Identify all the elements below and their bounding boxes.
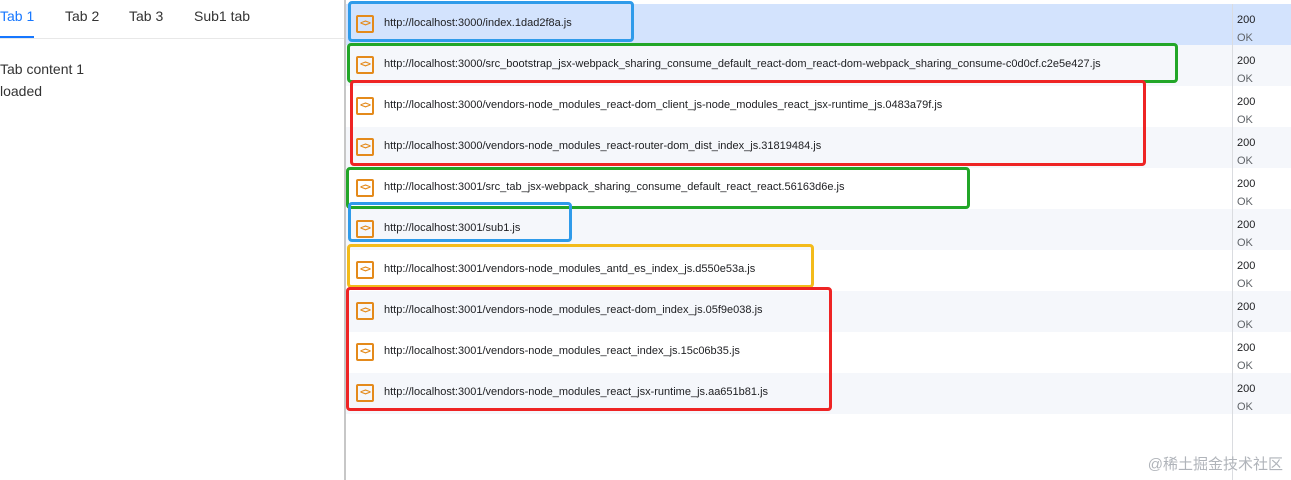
watermark: @稀土掘金技术社区 — [1147, 456, 1283, 473]
status-code: 200 — [1237, 55, 1256, 67]
script-file-icon: <> — [356, 302, 374, 320]
request-url[interactable]: http://localhost:3001/vendors-node_modul… — [384, 304, 763, 316]
status-code: 200 — [1237, 260, 1256, 272]
status-cell: 200 OK — [1232, 4, 1291, 45]
tab-sub1[interactable]: Sub1 tab — [194, 8, 250, 24]
status-text: OK — [1237, 319, 1253, 331]
status-code: 200 — [1237, 301, 1256, 313]
name-cell[interactable]: <> http://localhost:3001/vendors-node_mod… — [346, 291, 1232, 332]
status-text: OK — [1237, 114, 1253, 126]
status-cell: 200 OK — [1232, 332, 1291, 373]
status-text: OK — [1237, 401, 1253, 413]
status-text: OK — [1237, 360, 1253, 372]
status-code: 200 — [1237, 137, 1256, 149]
name-cell[interactable]: <> http://localhost:3000/vendors-node_mod… — [346, 127, 1232, 168]
request-row[interactable]: <> http://localhost:3001/vendors-node_mod… — [346, 332, 1291, 373]
request-row[interactable]: <> http://localhost:3001/sub1.js 200 OK — [346, 209, 1291, 250]
name-cell[interactable]: <> http://localhost:3001/vendors-node_mod… — [346, 373, 1232, 414]
request-url[interactable]: http://localhost:3000/vendors-node_modul… — [384, 140, 821, 152]
name-cell[interactable]: <> http://localhost:3001/vendors-node_mod… — [346, 250, 1232, 291]
loaded-text: loaded — [0, 83, 43, 99]
status-text: OK — [1237, 196, 1253, 208]
name-cell[interactable]: <> http://localhost:3001/vendors-node_mod… — [346, 332, 1232, 373]
name-cell[interactable]: <> http://localhost:3001/src_tab_jsx-webp… — [346, 168, 1232, 209]
status-text: OK — [1237, 155, 1253, 167]
name-cell[interactable]: <> http://localhost:3000/vendors-node_mod… — [346, 86, 1232, 127]
status-cell: 200 OK — [1232, 45, 1291, 86]
tab-content: Tab content 1 loaded — [0, 58, 84, 102]
tab-1[interactable]: Tab 1 — [0, 8, 34, 24]
tab-3[interactable]: Tab 3 — [129, 8, 163, 24]
script-file-icon: <> — [356, 261, 374, 279]
status-code: 200 — [1237, 14, 1256, 26]
name-cell[interactable]: <> http://localhost:3000/src_bootstrap_js… — [346, 45, 1232, 86]
script-file-icon: <> — [356, 15, 374, 33]
script-file-icon: <> — [356, 384, 374, 402]
request-url[interactable]: http://localhost:3001/vendors-node_modul… — [384, 263, 755, 275]
request-url[interactable]: http://localhost:3000/src_bootstrap_jsx-… — [384, 58, 1101, 70]
status-cell: 200 OK — [1232, 373, 1291, 414]
active-tab-indicator — [0, 36, 34, 38]
script-file-icon: <> — [356, 179, 374, 197]
status-text: OK — [1237, 73, 1253, 85]
name-cell[interactable]: <> http://localhost:3000/index.1dad2f8a.j… — [346, 4, 1232, 45]
request-url[interactable]: http://localhost:3001/vendors-node_modul… — [384, 345, 740, 357]
script-file-icon: <> — [356, 343, 374, 361]
script-file-icon: <> — [356, 220, 374, 238]
status-code: 200 — [1237, 383, 1256, 395]
request-url[interactable]: http://localhost:3001/src_tab_jsx-webpac… — [384, 181, 844, 193]
tab-content-text: Tab content 1 — [0, 61, 85, 77]
request-row[interactable]: <> http://localhost:3001/vendors-node_mod… — [346, 250, 1291, 291]
script-file-icon: <> — [356, 97, 374, 115]
status-code: 200 — [1237, 178, 1256, 190]
request-row[interactable]: <> http://localhost:3000/src_bootstrap_js… — [346, 45, 1291, 86]
request-row[interactable]: <> http://localhost:3001/vendors-node_mod… — [346, 291, 1291, 332]
status-text: OK — [1237, 278, 1253, 290]
script-file-icon: <> — [356, 138, 374, 156]
name-cell[interactable]: <> http://localhost:3001/sub1.js — [346, 209, 1232, 250]
request-url[interactable]: http://localhost:3001/vendors-node_modul… — [384, 386, 768, 398]
request-url[interactable]: http://localhost:3000/index.1dad2f8a.js — [384, 17, 572, 29]
status-code: 200 — [1237, 219, 1256, 231]
script-file-icon: <> — [356, 56, 374, 74]
tab-2[interactable]: Tab 2 — [65, 8, 99, 24]
status-cell: 200 OK — [1232, 291, 1291, 332]
network-panel: <> http://localhost:3000/index.1dad2f8a.j… — [346, 0, 1291, 480]
status-text: OK — [1237, 32, 1253, 44]
status-cell: 200 OK — [1232, 250, 1291, 291]
request-row[interactable]: <> http://localhost:3001/vendors-node_mod… — [346, 373, 1291, 414]
status-cell: 200 OK — [1232, 127, 1291, 168]
request-row[interactable]: <> http://localhost:3000/vendors-node_mod… — [346, 127, 1291, 168]
request-row[interactable]: <> http://localhost:3000/index.1dad2f8a.j… — [346, 4, 1291, 45]
status-code: 200 — [1237, 96, 1256, 108]
request-row[interactable]: <> http://localhost:3001/src_tab_jsx-webp… — [346, 168, 1291, 209]
request-url[interactable]: http://localhost:3001/sub1.js — [384, 222, 520, 234]
tab-bar: Tab 1 Tab 2 Tab 3 Sub1 tab — [0, 0, 344, 39]
request-row[interactable]: <> http://localhost:3000/vendors-node_mod… — [346, 86, 1291, 127]
status-cell: 200 OK — [1232, 86, 1291, 127]
app-panel: Tab 1 Tab 2 Tab 3 Sub1 tab Tab content 1… — [0, 0, 344, 480]
status-cell: 200 OK — [1232, 168, 1291, 209]
status-text: OK — [1237, 237, 1253, 249]
status-cell: 200 OK — [1232, 209, 1291, 250]
status-code: 200 — [1237, 342, 1256, 354]
request-url[interactable]: http://localhost:3000/vendors-node_modul… — [384, 99, 942, 111]
